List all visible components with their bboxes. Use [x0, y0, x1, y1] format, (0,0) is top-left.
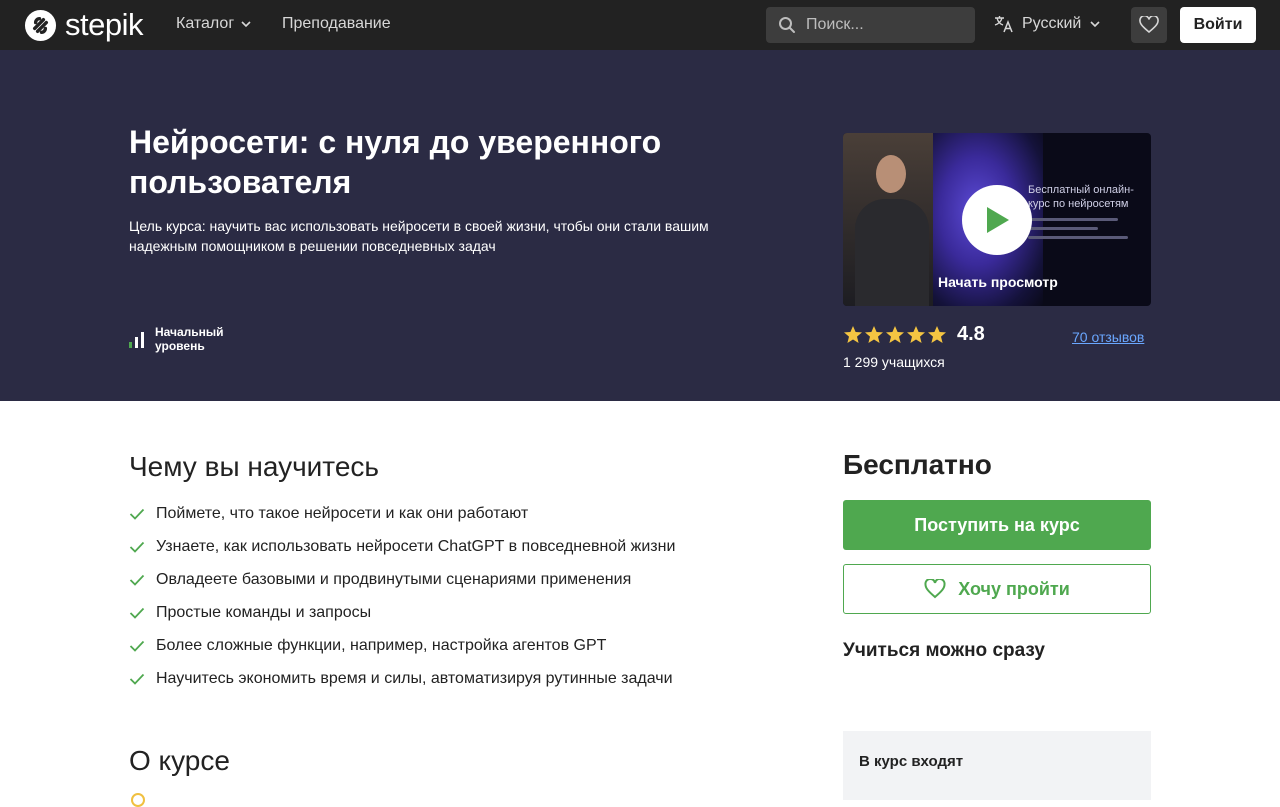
star-icon: [928, 325, 946, 343]
video-overlay-lines: [1028, 218, 1143, 245]
start-viewing-label: Начать просмотр: [938, 274, 1058, 290]
learn-item-text: Узнаете, как использовать нейросети Chat…: [156, 537, 676, 555]
search-icon: [779, 17, 795, 33]
search-input[interactable]: [806, 16, 956, 34]
enroll-button[interactable]: Поступить на курс: [843, 500, 1151, 550]
list-item: Простые команды и запросы: [129, 596, 675, 629]
check-icon: [129, 673, 156, 685]
course-price: Бесплатно: [843, 449, 992, 480]
learn-item-text: Овладеете базовыми и продвинутыми сценар…: [156, 570, 632, 588]
learn-item-text: Простые команды и запросы: [156, 603, 372, 621]
list-item: Более сложные функции, например, настрой…: [129, 629, 675, 662]
play-icon: [987, 207, 1009, 233]
language-selector[interactable]: Русский: [994, 15, 1101, 33]
check-icon: [129, 607, 156, 619]
check-icon: [129, 541, 156, 553]
learn-now-label: Учиться можно сразу: [843, 640, 1045, 661]
course-promo-video[interactable]: Бесплатный онлайн-курс по нейросетям Нач…: [843, 133, 1151, 306]
star-icon: [865, 325, 883, 343]
login-button[interactable]: Войти: [1180, 7, 1256, 43]
course-subtitle: Цель курса: научить вас использовать ней…: [129, 218, 709, 254]
learn-list: Поймете, что такое нейросети и как они р…: [129, 497, 675, 695]
catalog-menu[interactable]: Каталог: [176, 15, 252, 33]
level-label: Начальный уровень: [155, 325, 224, 353]
wishlist-button[interactable]: [1131, 7, 1167, 43]
level-bars-icon: [129, 331, 146, 348]
course-level: Начальный уровень: [129, 325, 235, 353]
rating-value: 4.8: [957, 323, 985, 345]
translate-icon: [994, 16, 1013, 33]
stepik-logo[interactable]: stepik: [24, 8, 143, 42]
course-includes-card: В курс входят: [843, 731, 1151, 800]
top-navbar: stepik Каталог Преподавание Русский Войт…: [0, 0, 1280, 50]
logo-text: stepik: [65, 7, 143, 42]
video-presenter: [843, 133, 938, 306]
star-icon: [907, 325, 925, 343]
learn-item-text: Поймете, что такое нейросети и как они р…: [156, 504, 529, 522]
learners-count: 1 299 учащихся: [843, 354, 945, 370]
reviews-link[interactable]: 70 отзывов: [1072, 329, 1144, 345]
learn-item-text: Научитесь экономить время и силы, автома…: [156, 669, 673, 687]
check-icon: [129, 640, 156, 652]
check-icon: [129, 574, 156, 586]
language-label: Русский: [1022, 15, 1082, 32]
list-item: Узнаете, как использовать нейросети Chat…: [129, 530, 675, 563]
chevron-down-icon: [1090, 21, 1100, 28]
teaching-label: Преподавание: [282, 15, 391, 32]
list-item: Научитесь экономить время и силы, автома…: [129, 662, 675, 695]
course-rating: 4.8: [843, 323, 985, 346]
star-icon: [844, 325, 862, 343]
learn-item-text: Более сложные функции, например, настрой…: [156, 636, 607, 654]
learn-section-title: Чему вы научитесь: [129, 451, 379, 482]
wishlist-course-button[interactable]: Хочу пройти: [843, 564, 1151, 614]
course-hero: Нейросети: с нуля до уверенного пользова…: [0, 50, 1280, 401]
heart-icon: [1139, 16, 1159, 34]
includes-title: В курс входят: [859, 753, 964, 770]
list-item: Поймете, что такое нейросети и как они р…: [129, 497, 675, 530]
about-bulb-icon: [131, 793, 145, 807]
search-box[interactable]: [766, 7, 975, 43]
course-title: Нейросети: с нуля до уверенного пользова…: [129, 124, 662, 200]
list-item: Овладеете базовыми и продвинутыми сценар…: [129, 563, 675, 596]
about-section-title: О курсе: [129, 745, 230, 776]
heart-icon: [924, 579, 946, 599]
rating-stars: [843, 325, 947, 345]
chevron-down-icon: [241, 21, 251, 28]
stepik-logo-icon: [24, 9, 57, 41]
play-button[interactable]: [962, 185, 1032, 255]
catalog-label: Каталог: [176, 15, 235, 32]
star-icon: [886, 325, 904, 343]
video-overlay-text: Бесплатный онлайн-курс по нейросетям: [1028, 184, 1134, 210]
wish-label: Хочу пройти: [958, 578, 1070, 599]
check-icon: [129, 508, 156, 520]
teaching-link[interactable]: Преподавание: [282, 15, 391, 33]
